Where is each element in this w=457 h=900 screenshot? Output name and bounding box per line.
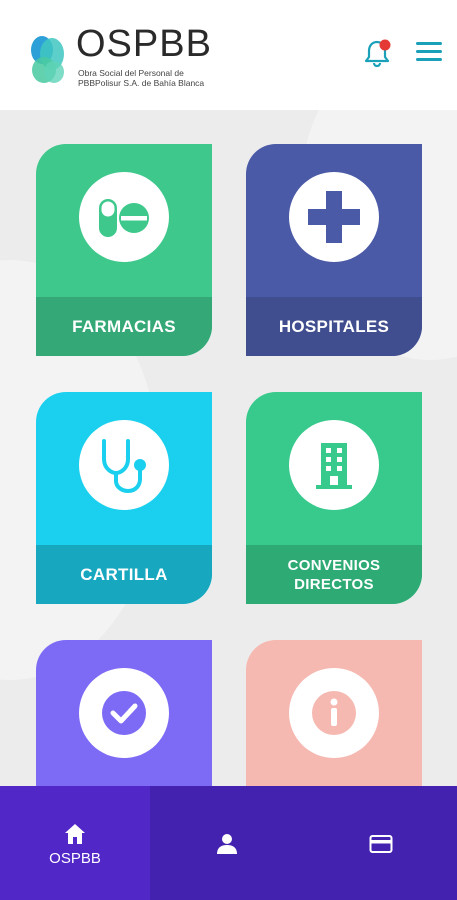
ospbb-logo[interactable]: OSPBB Obra Social del Personal de PBBPol… [28, 23, 218, 90]
tile-label: HOSPITALES [246, 297, 422, 356]
tile-label: CONVENIOS DIRECTOS [246, 545, 422, 604]
notification-dot [379, 39, 391, 51]
user-icon [217, 834, 237, 854]
medical-cross-icon [308, 191, 360, 243]
nav-label-home: OSPBB [49, 850, 101, 867]
tile-label: CARTILLA [36, 545, 212, 604]
tile-convenios-directos[interactable]: CONVENIOS DIRECTOS [246, 392, 422, 604]
main-content: FARMACIAS HOSPITALES CARTILLA CONVENIOS … [0, 110, 457, 786]
tile-label: FARMACIAS [36, 297, 212, 356]
app-header: OSPBB Obra Social del Personal de PBBPol… [0, 0, 457, 110]
tile-icon-circle [79, 420, 169, 510]
nav-item-profile[interactable] [150, 786, 304, 900]
home-icon [65, 824, 85, 844]
hamburger-menu-icon[interactable] [416, 42, 442, 64]
tile-icon-circle [79, 172, 169, 262]
tile-icon-circle [79, 668, 169, 758]
tile-icon-circle [289, 420, 379, 510]
logo-mark-icon [31, 36, 64, 83]
building-icon [316, 443, 352, 489]
pills-icon [99, 199, 149, 237]
nav-item-card[interactable] [304, 786, 457, 900]
bottom-navigation: OSPBB [0, 786, 457, 900]
tile-icon-circle [289, 172, 379, 262]
logo-title: OSPBB [76, 23, 212, 65]
bell-icon[interactable] [362, 38, 392, 68]
tile-cartilla[interactable]: CARTILLA [36, 392, 212, 604]
tile-icon-circle [289, 668, 379, 758]
info-circle-icon [312, 691, 356, 735]
nav-item-home[interactable]: OSPBB [0, 786, 150, 900]
tile-info[interactable] [246, 640, 422, 786]
tile-hospitales[interactable]: HOSPITALES [246, 144, 422, 356]
credit-card-icon [369, 835, 393, 853]
stethoscope-icon [102, 439, 146, 494]
logo-subtitle: Obra Social del Personal de PBBPolisur S… [78, 68, 205, 88]
tile-farmacias[interactable]: FARMACIAS [36, 144, 212, 356]
tile-check[interactable] [36, 640, 212, 786]
check-circle-icon [102, 691, 146, 735]
